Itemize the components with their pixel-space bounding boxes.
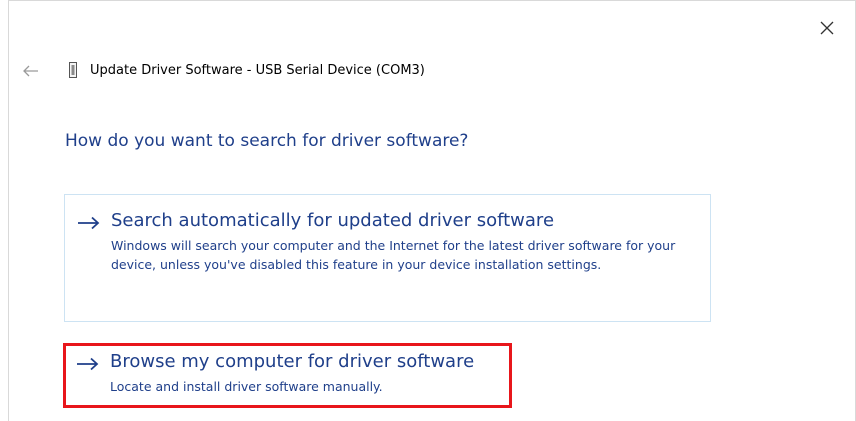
close-button[interactable] (817, 18, 837, 38)
back-arrow-icon (23, 65, 38, 77)
close-icon (820, 21, 834, 35)
option-title: Search automatically for updated driver … (111, 210, 555, 231)
dialog-title: Update Driver Software - USB Serial Devi… (90, 63, 425, 78)
page-heading: How do you want to search for driver sof… (65, 131, 469, 151)
update-driver-dialog: Update Driver Software - USB Serial Devi… (8, 0, 856, 421)
option-description: Locate and install driver software manua… (110, 379, 383, 394)
browse-computer-option[interactable]: Browse my computer for driver software L… (63, 343, 512, 408)
arrow-right-icon (77, 216, 101, 230)
arrow-right-icon (76, 357, 100, 371)
option-description: Windows will search your computer and th… (111, 238, 676, 272)
usb-device-icon (68, 62, 78, 78)
option-title: Browse my computer for driver software (110, 351, 475, 372)
back-button[interactable] (22, 64, 40, 78)
search-automatically-option[interactable]: Search automatically for updated driver … (64, 194, 711, 322)
